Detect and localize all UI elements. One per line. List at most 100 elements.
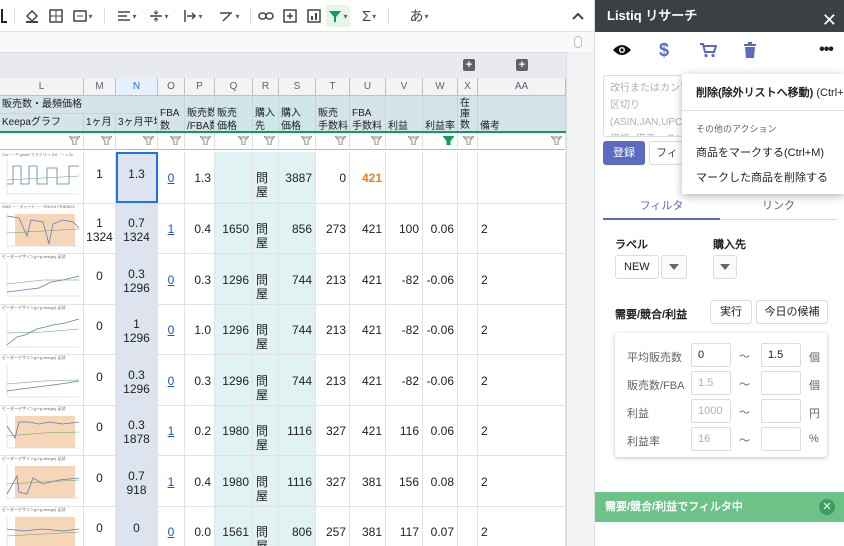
fba-fee-cell[interactable]: 421 — [350, 204, 386, 254]
sales-fee-cell[interactable]: 213 — [316, 305, 350, 355]
buy-price-cell[interactable]: 3887 — [279, 152, 316, 204]
align-vertical-icon[interactable]: ▾ — [146, 5, 172, 27]
supplier-cell[interactable]: 問屋 — [253, 456, 279, 507]
supplier-cell[interactable]: 問屋 — [253, 254, 279, 305]
fba-count-cell[interactable]: 0 — [158, 507, 185, 546]
borders-icon[interactable] — [46, 5, 66, 27]
fba-fee-cell[interactable]: 421 — [350, 305, 386, 355]
stock-cell[interactable] — [458, 355, 478, 406]
filter-icon[interactable] — [406, 135, 421, 148]
sell-price-cell[interactable] — [215, 152, 253, 204]
sales-fba-cell[interactable]: 0.3 — [185, 254, 215, 305]
filter-icon[interactable]: ▾ — [326, 5, 350, 27]
note-cell[interactable]: 2 — [478, 507, 566, 546]
keepa-chart-cell[interactable]: ピーダーデザイン(p+g design) 足拭 — [0, 406, 84, 456]
stock-cell[interactable] — [458, 204, 478, 254]
filter-icon[interactable] — [67, 135, 82, 148]
align-horizontal-icon[interactable]: ▾ — [114, 5, 140, 27]
profit-cell[interactable]: 156 — [386, 456, 423, 507]
profit-rate-cell[interactable]: 0.08 — [423, 456, 458, 507]
month3-cell[interactable]: 0.3 1296 — [116, 355, 158, 406]
filter-min-input[interactable]: 0 — [691, 343, 731, 367]
note-cell[interactable]: 2 — [478, 456, 566, 507]
profit-cell[interactable]: 100 — [386, 204, 423, 254]
column-header-r[interactable]: R — [253, 78, 279, 96]
month1-cell[interactable]: 1 — [84, 152, 116, 204]
sell-price-cell[interactable]: 1980 — [215, 456, 253, 507]
sell-price-cell[interactable]: 1561 — [215, 507, 253, 546]
profit-rate-cell[interactable]: -0.06 — [423, 254, 458, 305]
chevron-up-icon[interactable] — [568, 5, 588, 27]
note-cell[interactable]: 2 — [478, 204, 566, 254]
expand-group-icon[interactable]: + — [463, 59, 475, 71]
buy-price-cell[interactable]: 744 — [279, 254, 316, 305]
sales-fee-cell[interactable]: 213 — [316, 254, 350, 305]
buy-price-cell[interactable]: 806 — [279, 507, 316, 546]
filter-min-input[interactable]: 16 — [691, 427, 731, 451]
filter-min-input[interactable]: 1.5 — [691, 371, 731, 395]
sales-fba-cell[interactable]: 0.2 — [185, 406, 215, 456]
expand-group-icon[interactable]: + — [516, 59, 528, 71]
keepa-chart-cell[interactable]: GMC ･･･ ディート ･･･ POCHI FRIENDS — [0, 204, 84, 254]
column-header-l[interactable]: L — [0, 78, 84, 96]
tab-link[interactable]: リンク — [720, 195, 837, 220]
month3-cell[interactable]: 0.3 1878 — [116, 406, 158, 456]
note-cell[interactable]: 2 — [478, 305, 566, 355]
supplier-dropdown-button[interactable] — [713, 255, 737, 279]
stock-cell[interactable] — [458, 254, 478, 305]
profit-rate-cell[interactable]: 0.06 — [423, 406, 458, 456]
sales-fee-cell[interactable]: 327 — [316, 406, 350, 456]
month1-cell[interactable]: 0 — [84, 254, 116, 305]
filter-icon[interactable] — [441, 135, 456, 148]
profit-cell[interactable] — [386, 152, 423, 204]
filter-max-input[interactable]: 1.5 — [761, 343, 801, 367]
column-header-n[interactable]: N — [116, 78, 158, 96]
menu-item-delete[interactable]: 削除(除外リストへ移動) (Ctrl+D) — [696, 84, 844, 100]
fba-count-cell[interactable]: 1 — [158, 406, 185, 456]
keepa-chart-cell[interactable]: ピーダーデザイン(p+g design) 足拭 — [0, 507, 84, 546]
note-cell[interactable]: 2 — [478, 406, 566, 456]
sales-fba-cell[interactable]: 1.3 — [185, 152, 215, 204]
month3-cell[interactable]: 1 1296 — [116, 305, 158, 355]
filter-icon[interactable] — [549, 135, 564, 148]
column-header-aa[interactable]: AA — [478, 78, 566, 96]
supplier-cell[interactable]: 問屋 — [253, 507, 279, 546]
filter-max-input[interactable] — [761, 427, 801, 451]
sales-fee-cell[interactable]: 0 — [316, 152, 350, 204]
stock-cell[interactable] — [458, 305, 478, 355]
fill-color-icon[interactable] — [22, 5, 42, 27]
fba-count-cell[interactable]: 0 — [158, 254, 185, 305]
column-header-u[interactable]: U — [350, 78, 386, 96]
profit-cell[interactable]: 117 — [386, 507, 423, 546]
buy-price-cell[interactable]: 744 — [279, 305, 316, 355]
close-icon[interactable]: ✕ — [819, 499, 835, 515]
buy-price-cell[interactable]: 744 — [279, 355, 316, 406]
fba-fee-cell[interactable]: 381 — [350, 456, 386, 507]
close-icon[interactable]: ✕ — [822, 4, 837, 36]
fba-count-value[interactable]: 0 — [158, 374, 184, 388]
month1-cell[interactable]: 0 — [84, 355, 116, 406]
fba-count-value[interactable]: 0 — [158, 323, 184, 337]
filter-icon[interactable] — [236, 135, 251, 148]
stock-cell[interactable] — [458, 406, 478, 456]
sales-fba-cell[interactable]: 0.3 — [185, 355, 215, 406]
keepa-chart-cell[interactable]: ピーダーデザイン(p+g design) 足拭 — [0, 456, 84, 507]
stock-cell[interactable] — [458, 456, 478, 507]
filter-icon[interactable] — [461, 135, 476, 148]
sales-fee-cell[interactable]: 213 — [316, 355, 350, 406]
fba-count-cell[interactable]: 1 — [158, 456, 185, 507]
formula-scroll-handle[interactable] — [574, 36, 582, 48]
link-icon[interactable] — [256, 5, 276, 27]
fba-count-value[interactable]: 0 — [158, 525, 184, 539]
sales-fee-cell[interactable]: 327 — [316, 456, 350, 507]
eye-icon[interactable] — [609, 38, 635, 62]
profit-cell[interactable]: -82 — [386, 305, 423, 355]
sell-price-cell[interactable]: 1980 — [215, 406, 253, 456]
cart-icon[interactable] — [695, 38, 721, 62]
input-tools-button[interactable]: あ ▾ — [404, 5, 434, 27]
stock-cell[interactable] — [458, 152, 478, 204]
month3-cell[interactable]: 0.7 1324 — [116, 204, 158, 254]
functions-icon[interactable]: Σ ▾ — [356, 5, 382, 27]
keepa-chart-cell[interactable]: ピーダーデザイン(p+g design) 足拭 — [0, 355, 84, 406]
month3-cell[interactable]: 0 — [116, 507, 158, 546]
